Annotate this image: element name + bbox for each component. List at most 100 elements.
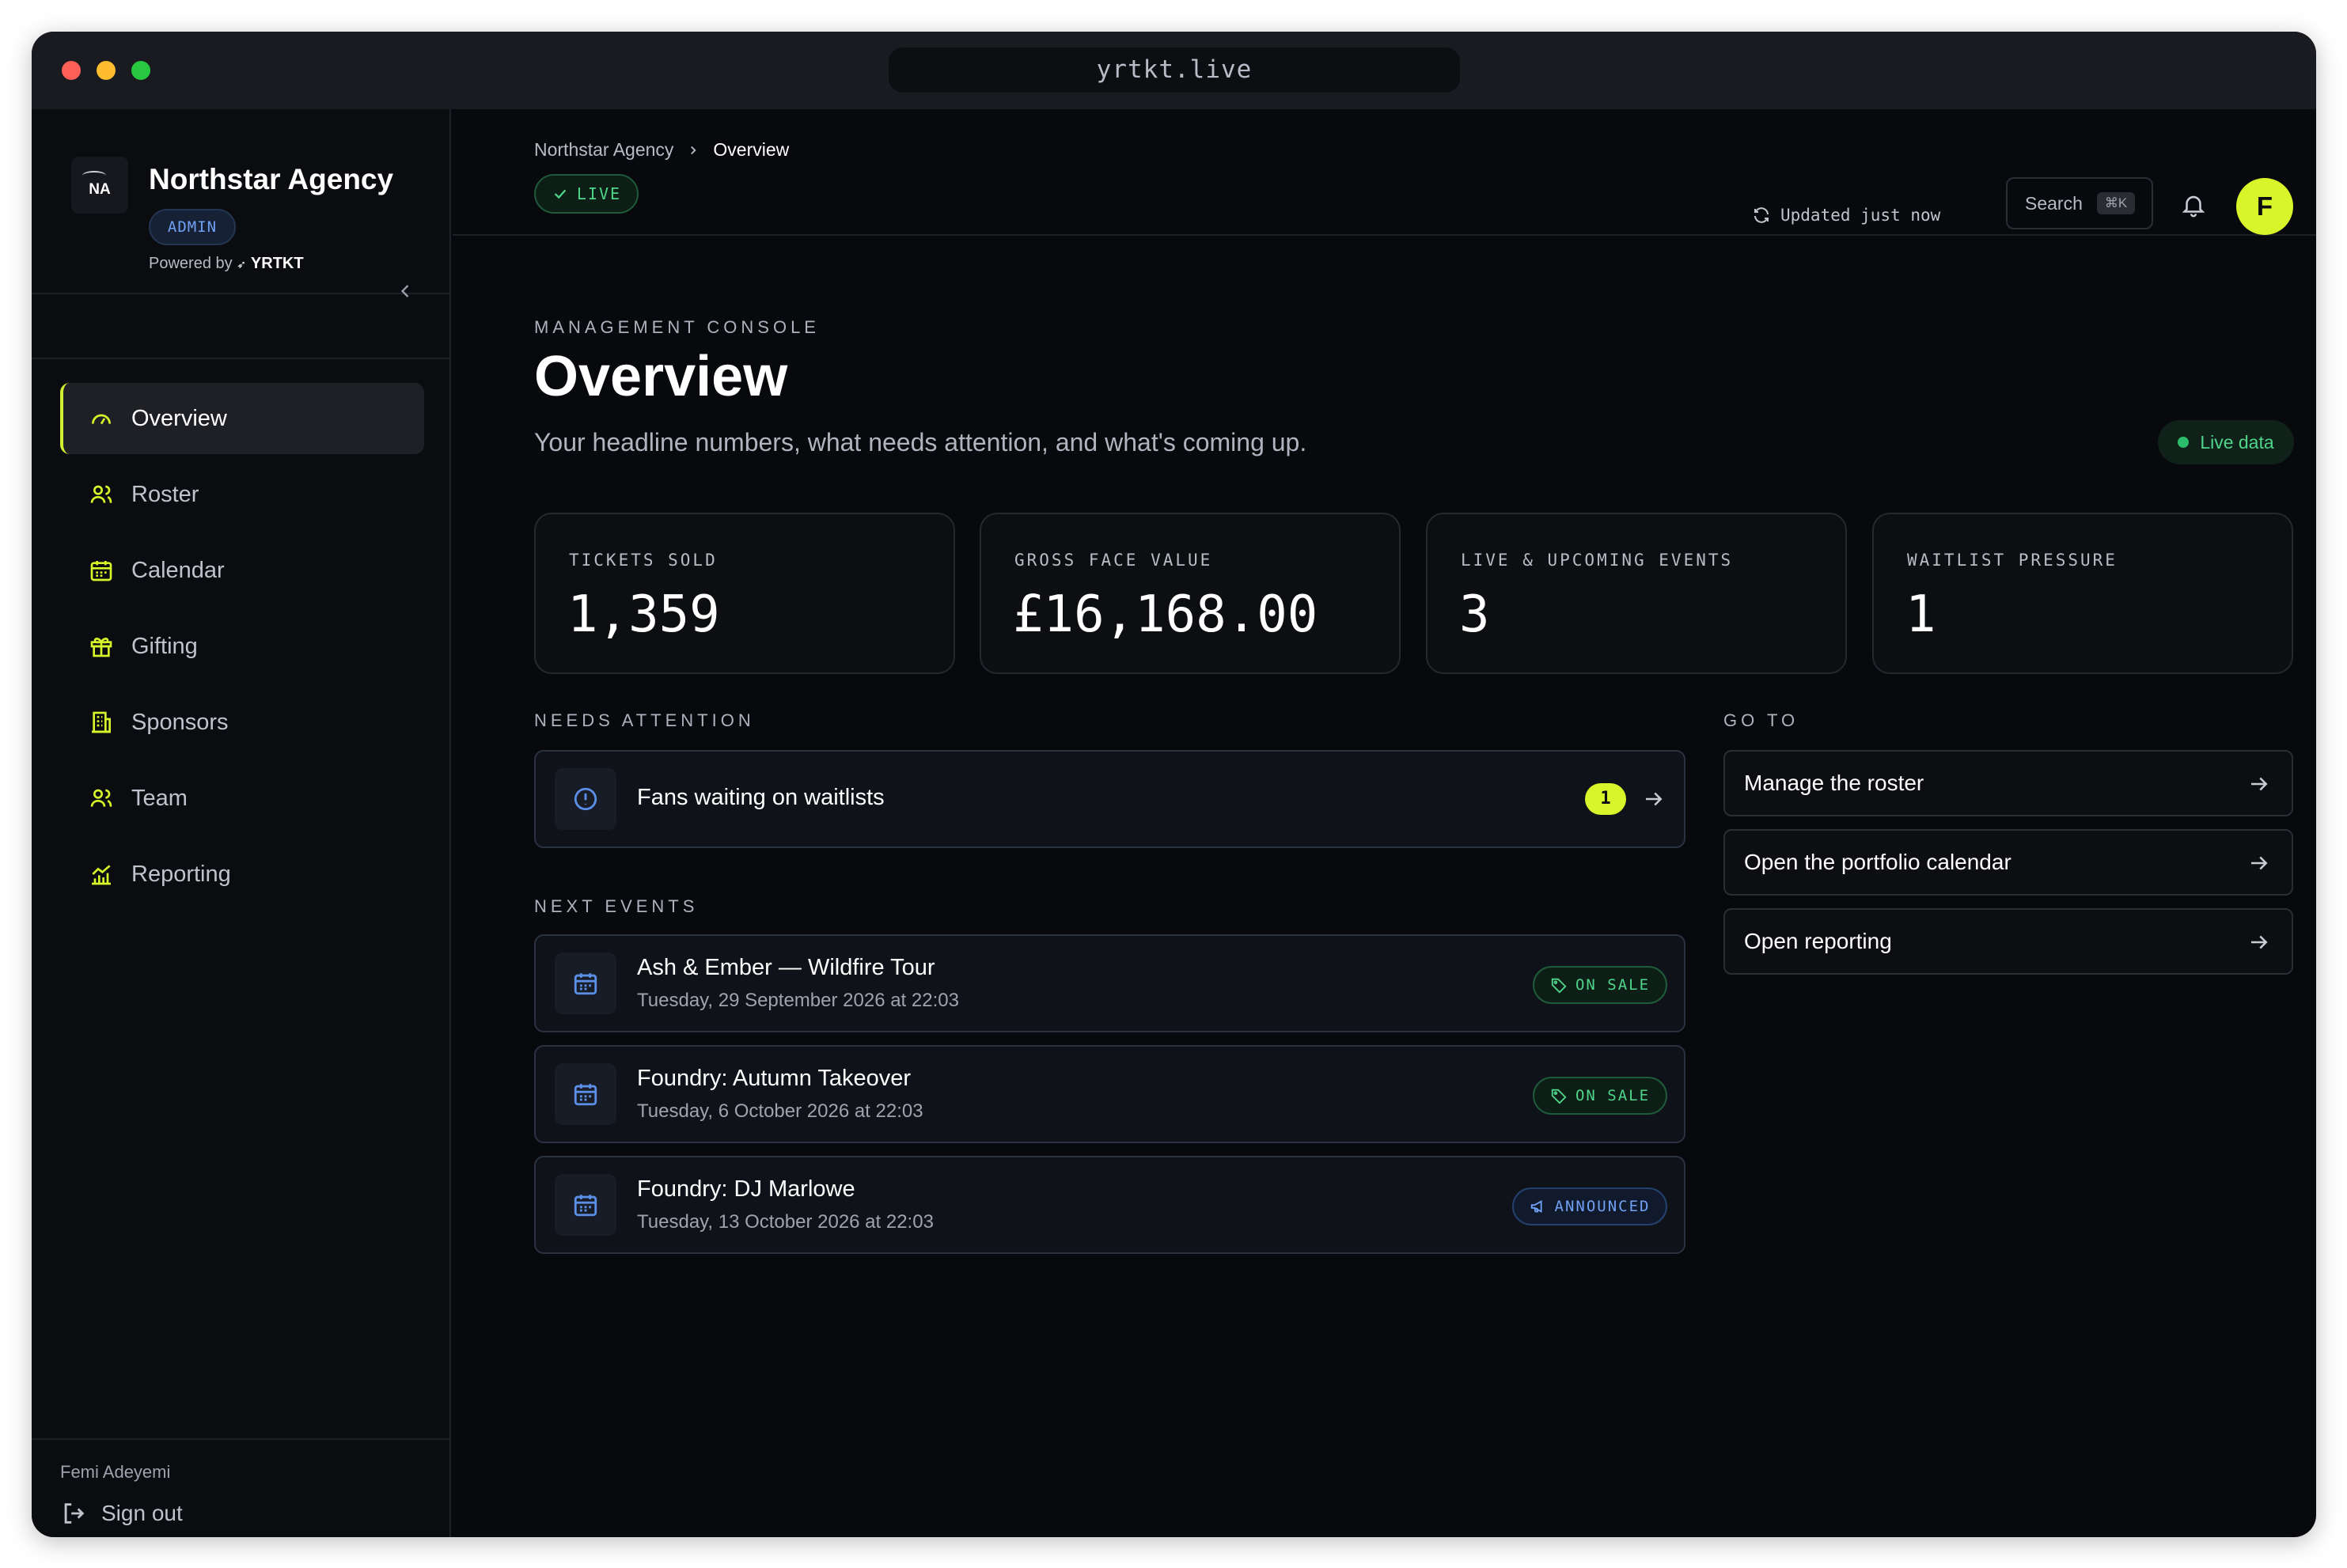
sidebar-item-gifting[interactable]: Gifting bbox=[60, 611, 424, 682]
goto-link-roster[interactable]: Manage the roster bbox=[1723, 750, 2293, 816]
sign-out-button[interactable]: Sign out bbox=[60, 1500, 183, 1527]
megaphone-icon bbox=[1530, 1200, 1542, 1213]
event-status-badge: ON SALE bbox=[1533, 1077, 1667, 1115]
updated-label: Updated just now bbox=[1780, 206, 1941, 225]
stat-card-live-upcoming-events: LIVE & UPCOMING EVENTS 3 bbox=[1426, 513, 1847, 674]
sidebar-item-reporting[interactable]: Reporting bbox=[60, 839, 424, 910]
check-icon bbox=[554, 189, 567, 199]
goto-link-label: Manage the roster bbox=[1744, 771, 1924, 795]
event-status-label: ON SALE bbox=[1575, 1087, 1651, 1104]
sidebar-item-label: Gifting bbox=[131, 633, 198, 659]
goto-link-label: Open reporting bbox=[1744, 929, 1892, 953]
brand-logo-text: NA bbox=[89, 181, 111, 198]
goto-link-calendar[interactable]: Open the portfolio calendar bbox=[1723, 829, 2293, 896]
goto-link-label: Open the portfolio calendar bbox=[1744, 850, 2011, 874]
search-label: Search bbox=[2025, 192, 2083, 214]
live-data-label: Live data bbox=[2200, 431, 2274, 453]
attention-item-label: Fans waiting on waitlists bbox=[637, 785, 885, 810]
alert-circle-icon bbox=[555, 768, 616, 830]
maximize-window-button[interactable] bbox=[131, 61, 150, 80]
live-data-badge: Live data bbox=[2158, 420, 2294, 464]
bell-icon[interactable] bbox=[2180, 191, 2207, 218]
close-window-button[interactable] bbox=[62, 61, 81, 80]
sidebar: NA Northstar Agency ADMIN Powered by ➶ YR… bbox=[32, 109, 451, 1537]
tag-icon bbox=[1551, 978, 1567, 994]
attention-item-waitlists[interactable]: Fans waiting on waitlists 1 bbox=[534, 750, 1685, 848]
page-title: Overview bbox=[534, 345, 788, 408]
event-row-ash-ember[interactable]: Ash & Ember — Wildfire Tour Tuesday, 29 … bbox=[534, 934, 1685, 1032]
powered-by-brand: YRTKT bbox=[250, 255, 304, 272]
refresh-icon bbox=[1754, 207, 1769, 223]
search-shortcut: ⌘K bbox=[2096, 192, 2136, 214]
stat-label: TICKETS SOLD bbox=[569, 551, 718, 570]
event-date: Tuesday, 6 October 2026 at 22:03 bbox=[637, 1100, 923, 1122]
arrow-right-icon bbox=[1642, 787, 1666, 811]
sidebar-item-sponsors[interactable]: Sponsors bbox=[60, 687, 424, 758]
stat-label: GROSS FACE VALUE bbox=[1014, 551, 1213, 570]
address-bar[interactable]: yrtkt.live bbox=[889, 47, 1460, 93]
top-bar: Northstar Agency Overview LIVE Updated j… bbox=[453, 109, 2316, 236]
event-title: Ash & Ember — Wildfire Tour bbox=[637, 955, 935, 980]
chart-icon bbox=[92, 865, 111, 885]
sidebar-item-label: Roster bbox=[131, 481, 199, 507]
gift-icon bbox=[90, 638, 112, 657]
event-status-label: ON SALE bbox=[1575, 976, 1651, 994]
role-badge: ADMIN bbox=[149, 209, 236, 245]
page-eyebrow: MANAGEMENT CONSOLE bbox=[534, 317, 820, 337]
stat-value: 1 bbox=[1905, 585, 1936, 644]
event-title: Foundry: Autumn Takeover bbox=[637, 1066, 912, 1091]
event-row-autumn-takeover[interactable]: Foundry: Autumn Takeover Tuesday, 6 Octo… bbox=[534, 1045, 1685, 1143]
brand-logo: NA bbox=[71, 157, 128, 214]
powered-by-label: Powered by bbox=[149, 255, 233, 272]
calendar-icon bbox=[555, 953, 616, 1014]
sidebar-item-overview[interactable]: Overview bbox=[60, 383, 424, 454]
gauge-icon bbox=[92, 414, 111, 425]
stat-label: LIVE & UPCOMING EVENTS bbox=[1461, 551, 1734, 570]
chevron-left-icon[interactable] bbox=[394, 280, 416, 302]
arrow-right-icon bbox=[2247, 772, 2271, 796]
sidebar-item-label: Team bbox=[131, 785, 188, 811]
sidebar-item-label: Sponsors bbox=[131, 709, 229, 735]
attention-count-badge: 1 bbox=[1585, 783, 1626, 815]
stat-card-tickets-sold: TICKETS SOLD 1,359 bbox=[534, 513, 955, 674]
sidebar-item-roster[interactable]: Roster bbox=[60, 459, 424, 530]
users-icon bbox=[90, 485, 112, 503]
event-date: Tuesday, 29 September 2026 at 22:03 bbox=[637, 990, 959, 1011]
calendar-icon bbox=[555, 1063, 616, 1125]
event-row-dj-marlowe[interactable]: Foundry: DJ Marlowe Tuesday, 13 October … bbox=[534, 1156, 1685, 1254]
tag-icon bbox=[1551, 1089, 1567, 1104]
live-status-badge: LIVE bbox=[534, 174, 639, 214]
search-button[interactable]: Search ⌘K bbox=[2006, 177, 2153, 229]
browser-window: yrtkt.live NA Northstar Agency ADMIN Pow… bbox=[32, 32, 2316, 1537]
sidebar-divider bbox=[32, 293, 449, 294]
breadcrumb-item-overview: Overview bbox=[713, 139, 790, 160]
building-icon bbox=[92, 711, 111, 733]
goto-link-reporting[interactable]: Open reporting bbox=[1723, 908, 2293, 975]
go-to-heading: GO TO bbox=[1723, 710, 1799, 730]
sidebar-item-label: Overview bbox=[131, 405, 227, 431]
user-avatar[interactable]: F bbox=[2236, 178, 2293, 235]
powered-by: Powered by ➶ YRTKT bbox=[149, 255, 304, 273]
stat-card-gross-face-value: GROSS FACE VALUE £16,168.00 bbox=[980, 513, 1401, 674]
sign-out-label: Sign out bbox=[101, 1501, 183, 1525]
stat-value: 1,359 bbox=[567, 585, 720, 644]
updated-status: Updated just now bbox=[1752, 206, 1940, 225]
event-date: Tuesday, 13 October 2026 at 22:03 bbox=[637, 1211, 934, 1233]
sidebar-divider bbox=[32, 358, 449, 359]
stat-label: WAITLIST PRESSURE bbox=[1907, 551, 2118, 570]
sidebar-item-label: Calendar bbox=[131, 557, 225, 583]
minimize-window-button[interactable] bbox=[97, 61, 116, 80]
needs-attention-heading: NEEDS ATTENTION bbox=[534, 710, 755, 730]
calendar-icon bbox=[90, 561, 112, 581]
event-status-badge: ON SALE bbox=[1533, 966, 1667, 1004]
event-status-badge: ANNOUNCED bbox=[1512, 1187, 1667, 1225]
arrow-right-icon bbox=[2247, 851, 2271, 875]
sidebar-item-calendar[interactable]: Calendar bbox=[60, 535, 424, 606]
sidebar-item-team[interactable]: Team bbox=[60, 763, 424, 834]
arrow-right-icon bbox=[2247, 930, 2271, 954]
event-status-label: ANNOUNCED bbox=[1554, 1198, 1651, 1215]
live-status-label: LIVE bbox=[576, 184, 622, 203]
status-dot-icon bbox=[2178, 437, 2190, 448]
calendar-icon bbox=[555, 1174, 616, 1236]
breadcrumb-item-agency[interactable]: Northstar Agency bbox=[534, 139, 673, 161]
